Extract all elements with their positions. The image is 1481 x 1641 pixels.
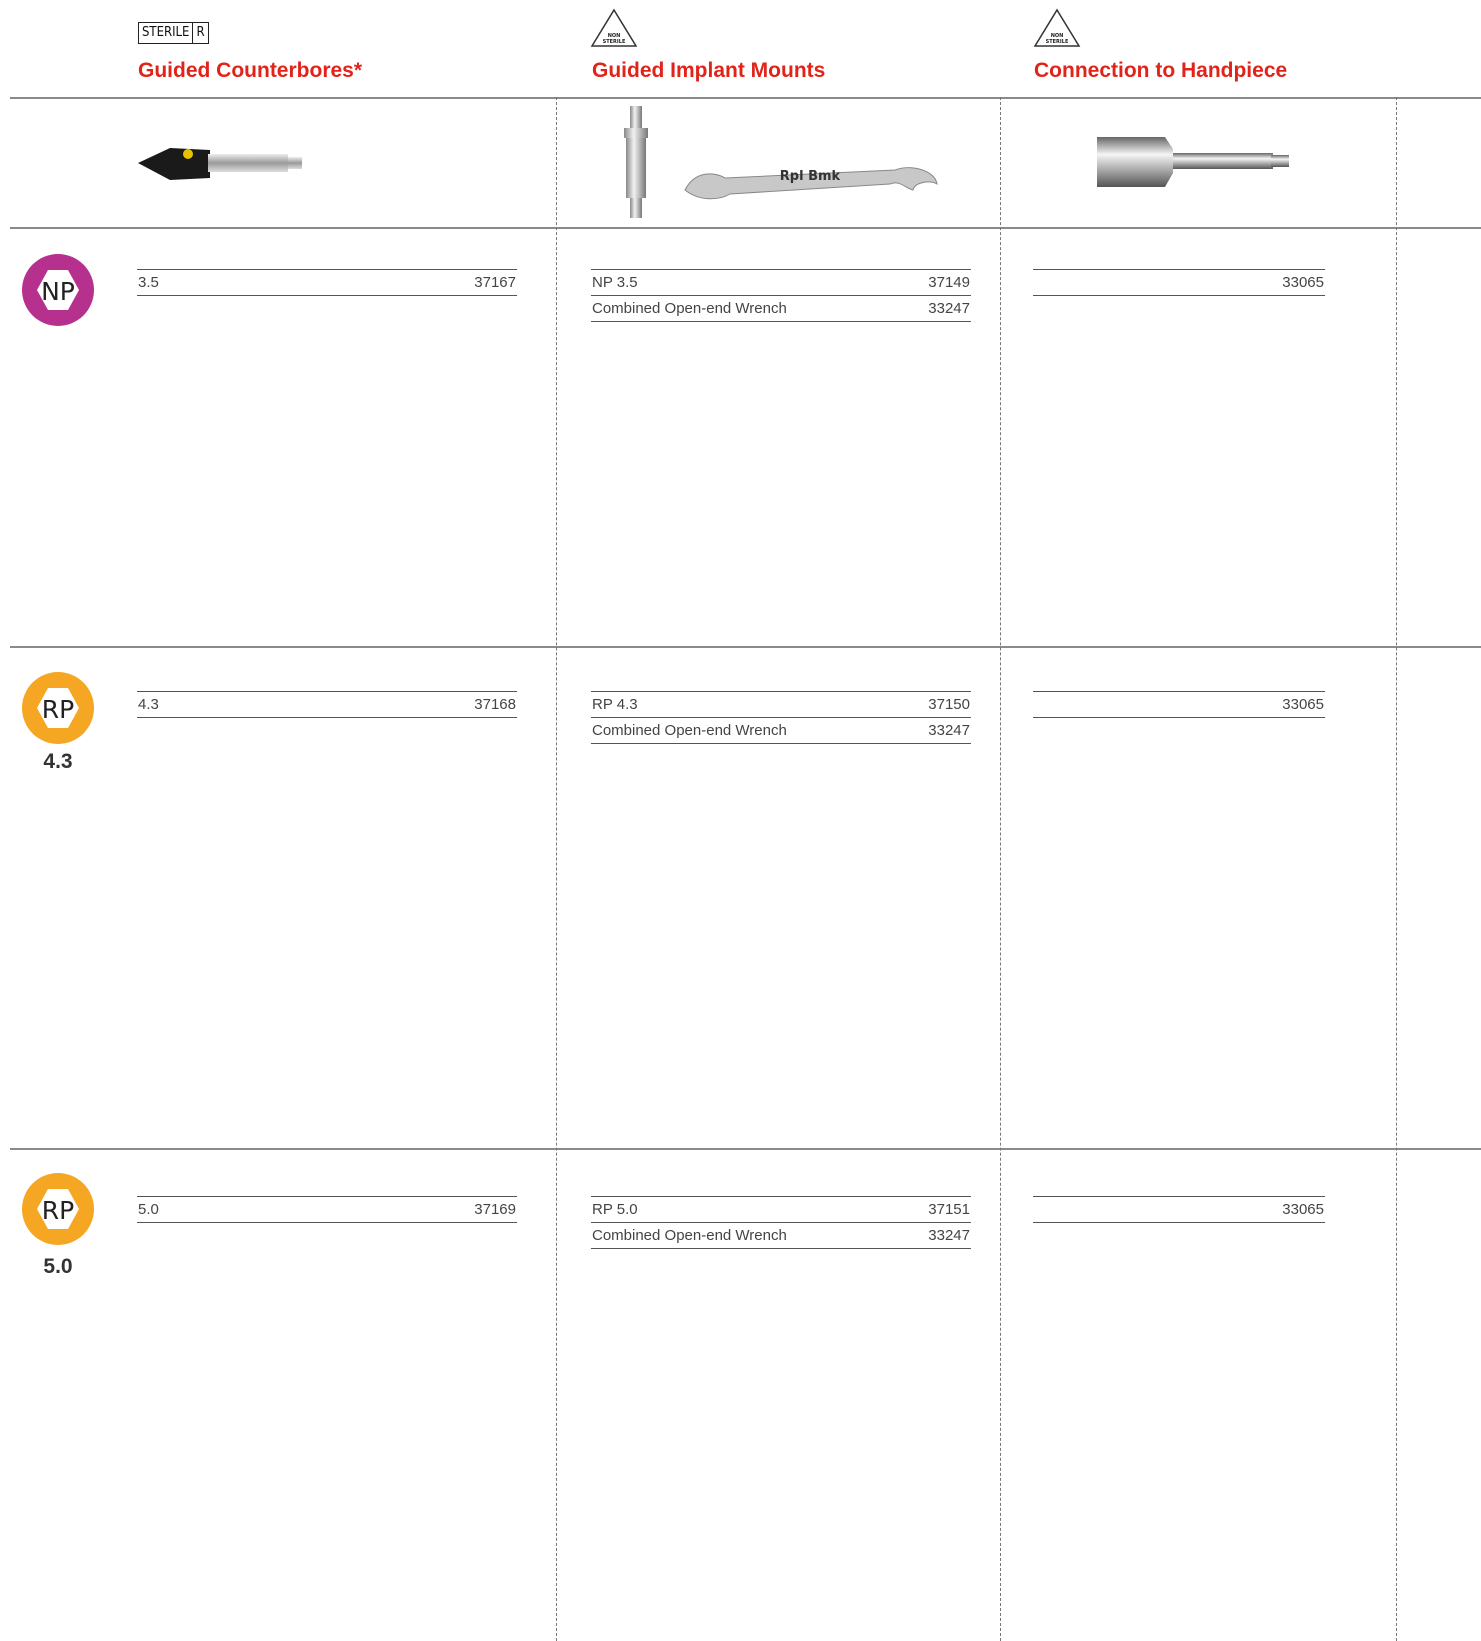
platform-badge-label: RP (42, 1196, 74, 1225)
item-code: 37149 (928, 274, 970, 291)
platform-badge-rp: RP (22, 672, 94, 744)
handpiece-table: 33065 (1033, 691, 1325, 718)
item-code: 37168 (474, 696, 516, 713)
table-row: 33065 (1033, 270, 1325, 296)
handpiece-connector-image (1097, 137, 1289, 187)
open-end-wrench-image: Rpl Bmk (684, 167, 938, 200)
non-sterile-text-2: STERILE (603, 39, 626, 45)
item-name: NP 3.5 (592, 274, 638, 291)
item-code: 37150 (928, 696, 970, 713)
wrench-marking: Rpl Bmk (780, 169, 841, 184)
item-code: 33247 (928, 1227, 970, 1244)
column-separator (1000, 97, 1001, 1641)
non-sterile-text-2: STERILE (1046, 39, 1069, 45)
platform-badge-label: RP (42, 695, 74, 724)
table-row: Combined Open-end Wrench 33247 (591, 1223, 971, 1249)
non-sterile-icon: NON STERILE (590, 8, 638, 47)
image-row-rule (10, 227, 1481, 229)
table-row: 4.3 37168 (137, 692, 517, 718)
column-separator (556, 97, 557, 1641)
table-row: RP 5.0 37151 (591, 1197, 971, 1223)
item-code: 37169 (474, 1201, 516, 1218)
header-rule (10, 97, 1481, 99)
table-row: 5.0 37169 (137, 1197, 517, 1223)
item-name: 4.3 (138, 696, 159, 713)
counterbore-table: 5.0 37169 (137, 1196, 517, 1223)
non-sterile-icon: NON STERILE (1033, 8, 1081, 47)
item-code: 37151 (928, 1201, 970, 1218)
sterile-r-symbol: STERILE R (138, 22, 209, 44)
item-code: 33247 (928, 300, 970, 317)
implant-mount-table: RP 5.0 37151 Combined Open-end Wrench 33… (591, 1196, 971, 1249)
handpiece-table: 33065 (1033, 269, 1325, 296)
column-title-counterbores: Guided Counterbores* (138, 59, 363, 82)
column-title-handpiece: Connection to Handpiece (1034, 59, 1288, 82)
platform-badge-np: NP (22, 254, 94, 326)
column-title-implant-mounts: Guided Implant Mounts (592, 59, 826, 82)
item-name: 3.5 (138, 274, 159, 291)
sterile-symbol-text: STERILE (142, 25, 190, 40)
table-row: NP 3.5 37149 (591, 270, 971, 296)
implant-mount-table: NP 3.5 37149 Combined Open-end Wrench 33… (591, 269, 971, 322)
platform-size-label: 4.3 (43, 750, 73, 773)
item-code: 33065 (1282, 1201, 1324, 1218)
counterbore-image (138, 148, 302, 180)
item-code: 37167 (474, 274, 516, 291)
table-row: 33065 (1033, 1197, 1325, 1223)
column-separator (1396, 97, 1397, 1641)
implant-mount-table: RP 4.3 37150 Combined Open-end Wrench 33… (591, 691, 971, 744)
item-code: 33247 (928, 722, 970, 739)
item-code: 33065 (1282, 274, 1324, 291)
table-row: 33065 (1033, 692, 1325, 718)
item-name: 5.0 (138, 1201, 159, 1218)
item-name: Combined Open-end Wrench (592, 300, 787, 317)
platform-badge-rp: RP (22, 1173, 94, 1245)
platform-size-label: 5.0 (43, 1255, 73, 1278)
table-row: Combined Open-end Wrench 33247 (591, 296, 971, 322)
table-row: RP 4.3 37150 (591, 692, 971, 718)
section-divider (10, 646, 1481, 648)
item-code: 33065 (1282, 696, 1324, 713)
item-name: RP 4.3 (592, 696, 638, 713)
item-name: Combined Open-end Wrench (592, 1227, 787, 1244)
table-row: Combined Open-end Wrench 33247 (591, 718, 971, 744)
implant-mount-image (624, 106, 648, 218)
handpiece-table: 33065 (1033, 1196, 1325, 1223)
item-name: Combined Open-end Wrench (592, 722, 787, 739)
counterbore-table: 3.5 37167 (137, 269, 517, 296)
counterbore-table: 4.3 37168 (137, 691, 517, 718)
platform-badge-label: NP (41, 277, 75, 306)
table-row: 3.5 37167 (137, 270, 517, 296)
item-name: RP 5.0 (592, 1201, 638, 1218)
sterile-symbol-method: R (192, 23, 207, 43)
section-divider (10, 1148, 1481, 1150)
